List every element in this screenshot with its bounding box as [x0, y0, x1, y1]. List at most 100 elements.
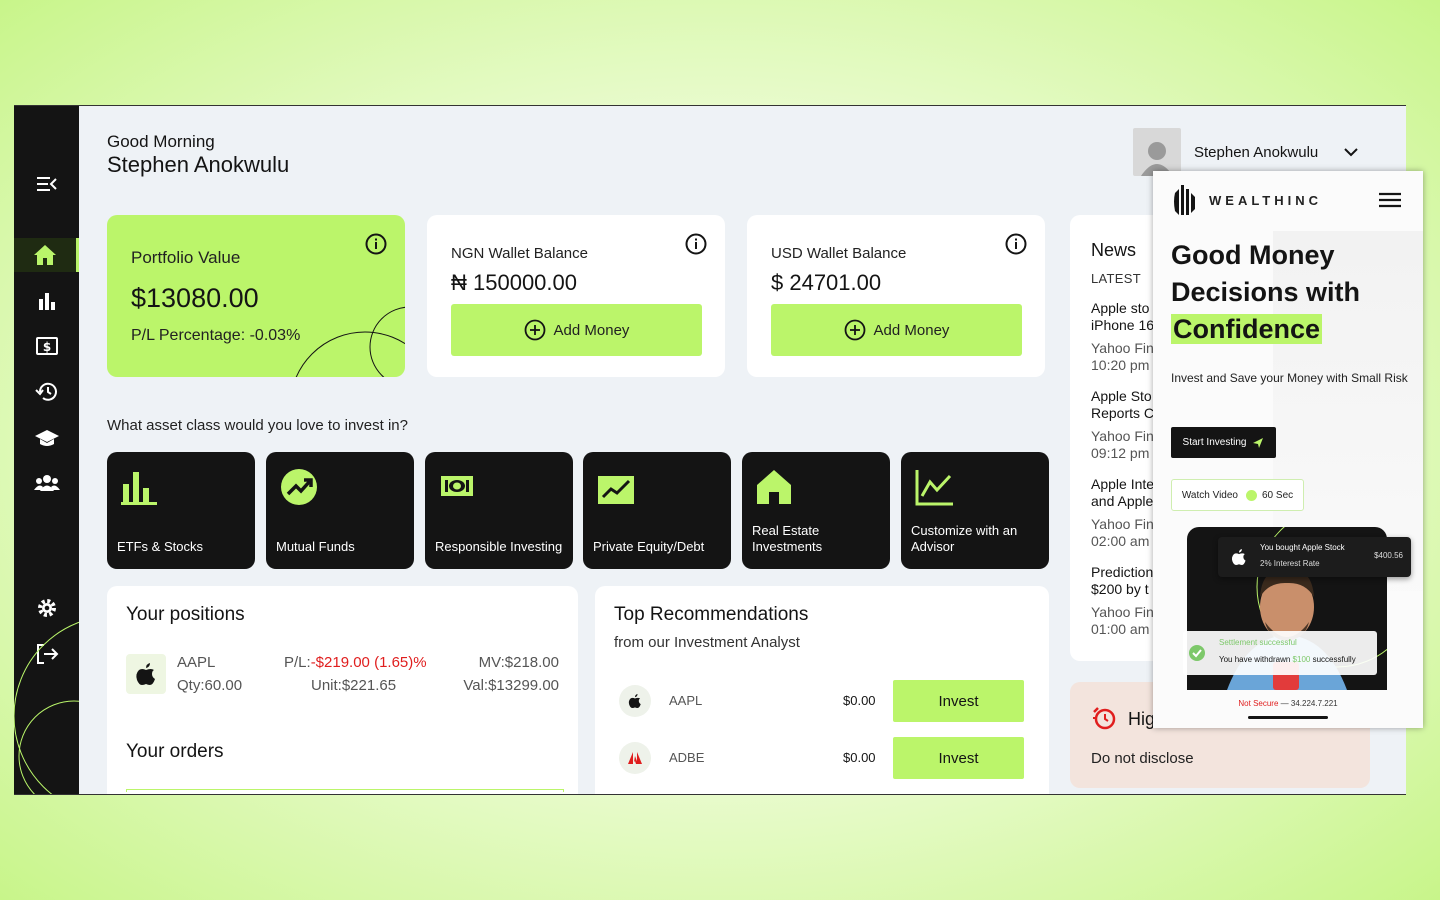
news-title: News — [1091, 240, 1137, 260]
ngn-add-money-button[interactable]: Add Money — [451, 304, 702, 356]
sidebar: $ — [14, 106, 79, 794]
recommendation-ticker: ADBE — [669, 750, 705, 765]
positions-title: Your positions — [126, 604, 245, 625]
plus-circle-icon — [844, 319, 865, 341]
toast-title: You bought Apple Stock — [1260, 543, 1345, 552]
info-icon[interactable] — [365, 233, 387, 255]
asset-label: Responsible Investing — [435, 539, 563, 554]
portfolio-amount: $13080.00 — [131, 283, 259, 313]
recommendation-row: ADBE $0.00 Invest — [619, 737, 1024, 779]
hero-headline: Good Money Decisions with Confidence — [1171, 240, 1361, 344]
purchase-notification: You bought Apple Stock 2% Interest Rate … — [1218, 537, 1411, 577]
toast-message: You have withdrawn $100 successfully — [1219, 655, 1356, 664]
svg-text:$: $ — [42, 340, 50, 354]
mobile-preview: WEALTHINC Good Money Decisions with Conf… — [1153, 171, 1423, 728]
home-icon[interactable] — [14, 238, 79, 272]
recommendation-price: $0.00 — [843, 693, 876, 708]
history-icon[interactable] — [14, 375, 79, 409]
news-item-headline[interactable]: Prediction $200 by t — [1091, 564, 1161, 598]
hamburger-menu-icon[interactable] — [1378, 191, 1402, 209]
stock-chart-icon — [915, 470, 953, 506]
greeting-text: Good Morning — [107, 132, 215, 151]
dollar-icon[interactable]: $ — [14, 329, 79, 363]
toast-amount: $400.56 — [1374, 551, 1403, 560]
ngn-wallet-label: NGN Wallet Balance — [451, 245, 588, 262]
invest-button[interactable]: Invest — [893, 680, 1024, 722]
play-dot-icon — [1246, 489, 1257, 501]
trending-up-icon — [281, 469, 317, 505]
community-icon[interactable] — [14, 466, 79, 500]
position-ticker: AAPL — [177, 654, 216, 671]
cash-icon — [441, 476, 473, 496]
recommendation-ticker: AAPL — [669, 693, 703, 708]
invest-button[interactable]: Invest — [893, 737, 1024, 779]
add-money-label: Add Money — [553, 321, 630, 339]
news-item-headline[interactable]: Apple Inte and Apple — [1091, 476, 1161, 510]
news-item-meta: Yahoo Fin 10:20 pm — [1091, 340, 1154, 373]
user-menu[interactable]: Stephen Anokwulu — [1133, 128, 1358, 176]
asset-label: Mutual Funds — [276, 539, 355, 554]
plus-circle-icon — [524, 319, 545, 341]
asset-tile-real-estate[interactable]: Real Estate Investments — [742, 452, 890, 569]
asset-label: Private Equity/Debt — [593, 539, 705, 554]
apple-logo-icon — [619, 685, 651, 717]
info-icon[interactable] — [1005, 233, 1027, 255]
orders-title: Your orders — [126, 741, 224, 762]
watch-video-button[interactable]: Watch Video 60 Sec — [1171, 479, 1304, 511]
orders-list — [126, 789, 564, 792]
asset-tile-private-equity[interactable]: Private Equity/Debt — [583, 452, 731, 569]
apple-logo-icon — [126, 654, 166, 694]
alert-text: Do not disclose — [1091, 750, 1194, 767]
recommendations-panel: Top Recommendations from our Investment … — [595, 586, 1049, 794]
hero-tagline: Invest and Save your Money with Small Ri… — [1171, 371, 1408, 385]
settlement-notification: Settlement successful You have withdrawn… — [1183, 631, 1377, 675]
brand-name: WEALTHINC — [1209, 193, 1323, 208]
news-latest-label: LATEST — [1091, 271, 1141, 286]
asset-tile-advisor[interactable]: Customize with an Advisor — [901, 452, 1049, 569]
news-item-meta: Yahoo Fin 09:12 pm — [1091, 428, 1154, 461]
toast-title: Settlement successful — [1219, 638, 1297, 647]
news-item-meta: Yahoo Fin 02:00 am — [1091, 516, 1154, 549]
info-icon[interactable] — [685, 233, 707, 255]
news-item-headline[interactable]: Apple Sto Reports C — [1091, 388, 1161, 422]
asset-label: Customize with an Advisor — [911, 523, 1018, 554]
chevron-down-icon[interactable] — [1344, 147, 1358, 157]
portfolio-pl: P/L Percentage: -0.03% — [131, 327, 301, 344]
news-item-meta: Yahoo Fin 01:00 am — [1091, 604, 1154, 637]
asset-tile-etfs[interactable]: ETFs & Stocks — [107, 452, 255, 569]
position-mv: MV:$218.00 — [478, 654, 559, 671]
asset-tile-responsible-investing[interactable]: Responsible Investing — [425, 452, 573, 569]
sidebar-decoration — [14, 621, 79, 794]
house-icon — [757, 470, 791, 504]
usd-wallet-card: USD Wallet Balance $ 24701.00 Add Money — [747, 215, 1045, 377]
usd-add-money-button[interactable]: Add Money — [771, 304, 1022, 356]
menu-collapse-icon[interactable] — [14, 167, 79, 201]
position-qty: Qty:60.00 — [177, 677, 243, 694]
portfolio-label: Portfolio Value — [131, 248, 241, 267]
position-pl: P/L:-$219.00 (1.65)% — [284, 654, 427, 671]
asset-tile-mutual-funds[interactable]: Mutual Funds — [266, 452, 414, 569]
asset-label: Real Estate Investments — [752, 523, 823, 554]
alert-title: Hig — [1128, 709, 1156, 729]
avatar[interactable] — [1133, 128, 1181, 176]
positions-panel: Your positions AAPL Qty:60.00 P/L:-$219.… — [107, 586, 578, 794]
address-bar: Not Secure — 34.224.7.221 — [1238, 699, 1338, 708]
ngn-wallet-card: NGN Wallet Balance ₦ 150000.00 Add Money — [427, 215, 725, 377]
apple-logo-icon — [1231, 549, 1246, 565]
recommendations-subtitle: from our Investment Analyst — [614, 634, 800, 651]
bar-chart-icon[interactable] — [14, 284, 79, 318]
usd-wallet-label: USD Wallet Balance — [771, 245, 907, 262]
usd-wallet-amount: $ 24701.00 — [771, 270, 882, 295]
start-investing-button[interactable]: Start Investing — [1171, 427, 1276, 458]
home-indicator — [1248, 716, 1328, 719]
news-item-headline[interactable]: Apple sto iPhone 16 — [1091, 300, 1161, 334]
card-decoration — [295, 306, 405, 377]
asset-label: ETFs & Stocks — [117, 539, 203, 554]
position-unit: Unit:$221.65 — [311, 677, 397, 694]
recommendation-row: AAPL $0.00 Invest — [619, 680, 1024, 722]
position-val: Val:$13299.00 — [463, 677, 559, 694]
education-icon[interactable] — [14, 421, 79, 455]
recommendations-title: Top Recommendations — [614, 604, 809, 625]
asset-question: What asset class would you love to inves… — [107, 417, 408, 434]
toast-subtitle: 2% Interest Rate — [1260, 559, 1320, 568]
